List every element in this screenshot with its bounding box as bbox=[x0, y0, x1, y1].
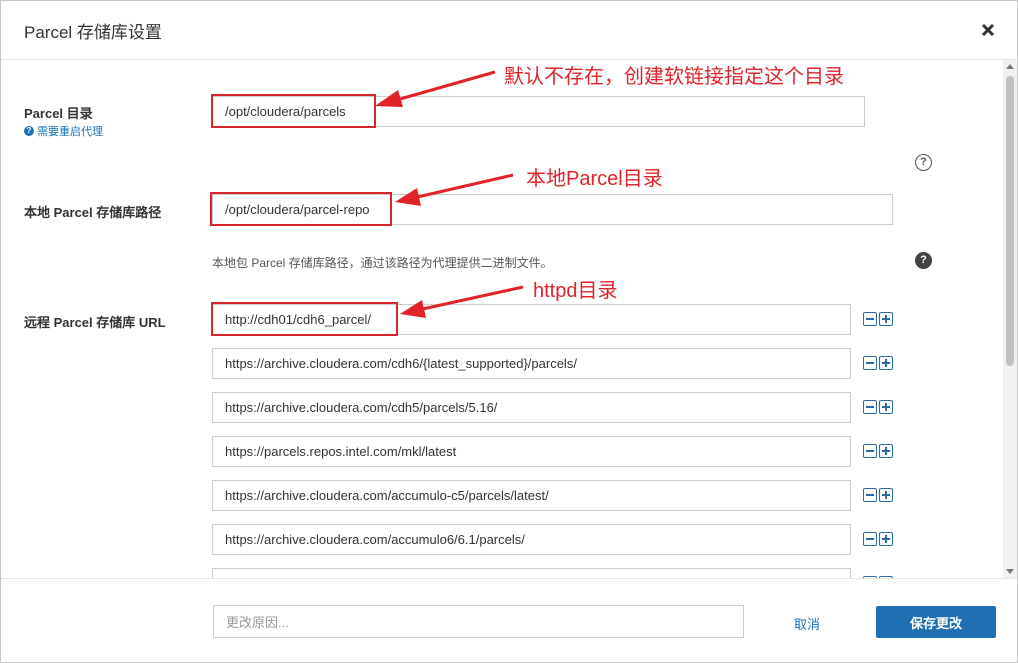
plus-square-icon[interactable] bbox=[879, 356, 893, 370]
remote-url-input[interactable]: https://archive.cloudera.com/cdh6/{lates… bbox=[212, 348, 851, 379]
help-outline-icon[interactable]: ? bbox=[915, 154, 932, 171]
annotation-box-local-repo bbox=[210, 192, 392, 226]
annotation-box-parcel-dir bbox=[211, 94, 376, 128]
plus-square-icon[interactable] bbox=[879, 488, 893, 502]
annotation-box-remote-url bbox=[211, 302, 398, 336]
remote-url-input[interactable]: https://archive.cloudera.com/kafka/parce… bbox=[212, 568, 851, 578]
question-icon: ? bbox=[24, 126, 34, 136]
restart-required-note[interactable]: ? 需要重启代理 bbox=[24, 123, 103, 139]
minus-square-icon[interactable] bbox=[863, 444, 877, 458]
remote-url-input[interactable]: https://archive.cloudera.com/cdh5/parcel… bbox=[212, 392, 851, 423]
scroll-up-arrow-icon[interactable] bbox=[1006, 64, 1014, 69]
plus-square-icon[interactable] bbox=[879, 444, 893, 458]
annotation-local-repo: 本地Parcel目录 bbox=[526, 168, 663, 190]
row-controls bbox=[863, 444, 893, 458]
minus-square-icon[interactable] bbox=[863, 312, 877, 326]
row-controls bbox=[863, 312, 893, 326]
dialog-footer: 更改原因... 取消 保存更改 bbox=[1, 578, 1017, 662]
row-controls bbox=[863, 532, 893, 546]
save-changes-button[interactable]: 保存更改 bbox=[876, 606, 996, 638]
minus-square-icon[interactable] bbox=[863, 488, 877, 502]
plus-square-icon[interactable] bbox=[879, 312, 893, 326]
close-icon[interactable] bbox=[979, 21, 997, 39]
local-repo-label: 本地 Parcel 存储库路径 bbox=[24, 205, 162, 220]
dialog-header: Parcel 存储库设置 bbox=[1, 1, 1017, 60]
cancel-button[interactable]: 取消 bbox=[794, 614, 820, 633]
vertical-scrollbar[interactable] bbox=[1003, 60, 1017, 578]
scroll-down-arrow-icon[interactable] bbox=[1006, 569, 1014, 574]
row-controls bbox=[863, 400, 893, 414]
local-repo-description: 本地包 Parcel 存储库路径，通过该路径为代理提供二进制文件。 bbox=[212, 256, 553, 270]
annotation-remote-repo: httpd目录 bbox=[533, 280, 618, 302]
remote-url-input[interactable]: https://archive.cloudera.com/accumulo-c5… bbox=[212, 480, 851, 511]
remote-url-input[interactable]: https://archive.cloudera.com/accumulo6/6… bbox=[212, 524, 851, 555]
parcel-settings-dialog: Parcel 存储库设置 Parcel 目录 ? 需要重启代理 /opt/clo… bbox=[0, 0, 1018, 663]
remote-repo-label: 远程 Parcel 存储库 URL bbox=[24, 315, 166, 330]
minus-square-icon[interactable] bbox=[863, 400, 877, 414]
row-controls bbox=[863, 488, 893, 502]
dialog-body: Parcel 目录 ? 需要重启代理 /opt/cloudera/parcels… bbox=[1, 60, 1017, 578]
annotation-parcel-dir: 默认不存在，创建软链接指定这个目录 bbox=[504, 66, 844, 88]
scrollbar-thumb[interactable] bbox=[1006, 76, 1014, 366]
dialog-title: Parcel 存储库设置 bbox=[24, 23, 162, 42]
plus-square-icon[interactable] bbox=[879, 400, 893, 414]
parcel-dir-label: Parcel 目录 bbox=[24, 106, 93, 121]
restart-required-text: 需要重启代理 bbox=[37, 126, 103, 138]
row-controls bbox=[863, 356, 893, 370]
help-solid-icon[interactable]: ? bbox=[915, 252, 932, 269]
remote-url-input[interactable]: https://parcels.repos.intel.com/mkl/late… bbox=[212, 436, 851, 467]
change-reason-input[interactable]: 更改原因... bbox=[213, 605, 744, 638]
minus-square-icon[interactable] bbox=[863, 532, 877, 546]
minus-square-icon[interactable] bbox=[863, 356, 877, 370]
plus-square-icon[interactable] bbox=[879, 532, 893, 546]
